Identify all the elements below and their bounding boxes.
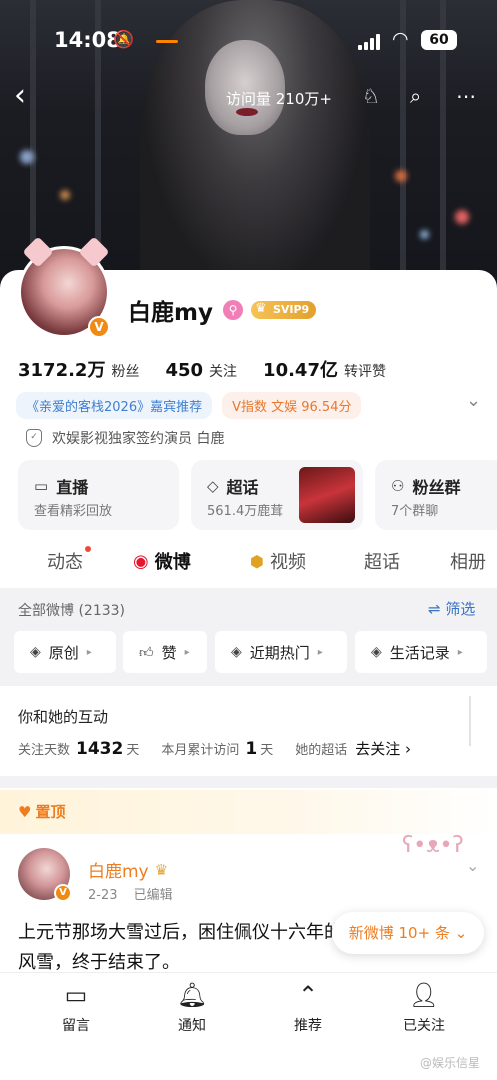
search-icon[interactable]: ⌕ <box>410 84 421 108</box>
tab-chaohua[interactable]: 超话 <box>364 548 400 574</box>
show-tag[interactable]: 《亲爱的客栈2026》嘉宾推荐 <box>16 392 213 419</box>
wifi-icon: ◠ <box>392 28 409 50</box>
engagement-label: 转评赞 <box>343 364 386 380</box>
tile-chaohua-title: 超话 <box>226 478 259 497</box>
group-icon: ⚇ <box>391 477 405 495</box>
divider <box>469 696 471 746</box>
monthly-visits-value: 1 <box>245 739 258 759</box>
diamond-icon: ◇ <box>207 477 219 495</box>
filter-button[interactable]: ⇌ 筛选 <box>428 598 475 619</box>
filter-icon: ⇌ <box>428 600 446 618</box>
tab-weibo[interactable]: ◉ 微博 <box>133 548 191 574</box>
engagement-count: 10.47亿 <box>263 360 338 381</box>
bear-decoration-icon: ʕ•ᴥ•ʔ <box>402 833 464 858</box>
double-chevron-down-icon: ⌄ <box>454 924 468 942</box>
tv-icon: ▭ <box>34 477 49 495</box>
pin-icon: ♥ <box>18 802 32 821</box>
all-weibo-count: 全部微博 (2133) <box>18 603 126 619</box>
tile-chaohua[interactable]: ◇ 超话 561.4万鹿茸 <box>191 460 363 530</box>
followers-label[interactable]: 粉丝 <box>111 361 139 381</box>
layers-icon: ◈ <box>30 644 41 660</box>
status-bar: 14:08 🔕 ◠ 60 <box>0 26 497 56</box>
post-text[interactable]: 上元节那场大雪过后，困住佩仪十六年的风雪，终于结束了。 <box>18 918 348 978</box>
tile-live[interactable]: ▭ 直播 查看精彩回放 <box>18 460 179 530</box>
bottom-notify[interactable]: 🔔︎ 通知 <box>152 979 232 1035</box>
post-edited: 已编辑 <box>133 888 173 903</box>
following-count[interactable]: 450 <box>165 360 203 381</box>
battery-indicator: 60 <box>421 30 457 50</box>
interaction-stats: 关注天数 1432 天 本月累计访问 1 天 她的超话 去关注 › <box>18 738 412 759</box>
drama-poster-thumbnail[interactable] <box>299 467 355 523</box>
profile-signature: ✓ 欢娱影视独家签约演员 白鹿 <box>26 428 224 448</box>
watermark: @娱乐信星 <box>420 1056 481 1070</box>
follow-days-value: 1432 <box>76 739 124 759</box>
visit-count: 访问量 210万+ <box>226 90 332 108</box>
deer-icon[interactable]: ♘ <box>362 84 380 108</box>
pinned-band <box>0 790 497 834</box>
profile-name: 白鹿my <box>128 300 213 326</box>
crown-icon: ♛ <box>154 860 169 879</box>
comment-icon: ▭ <box>64 981 88 1009</box>
chip-recent-hot[interactable]: ◈ 近期热门 ▸ <box>215 631 347 673</box>
status-time: 14:08 <box>54 28 121 52</box>
tile-fan-group-title: 粉丝群 <box>412 478 461 497</box>
interaction-panel: 你和她的互动 关注天数 1432 天 本月累计访问 1 天 她的超话 去关注 › <box>0 686 497 776</box>
chip-original[interactable]: ◈ 原创 ▸ <box>14 631 116 673</box>
top-nav: ‹ 访问量 210万+ ♘ ⌕ ⋯ <box>0 80 497 114</box>
profile-avatar[interactable]: V <box>14 236 114 338</box>
feature-tiles: ▭ 直播 查看精彩回放 ◇ 超话 561.4万鹿茸 ⚇ 粉丝群 7个群聊 <box>18 460 497 530</box>
bottom-recommend[interactable]: ⌃ 推荐 <box>268 979 348 1035</box>
profile-tabs: 动态 ◉ 微博 ⬢ 视频 超话 相册 <box>0 540 497 586</box>
pink-badge-icon[interactable]: ⚲ <box>222 300 243 320</box>
layers-icon: ◈ <box>231 644 242 660</box>
tab-video[interactable]: ⬢ 视频 <box>250 548 306 574</box>
tile-live-title: 直播 <box>56 478 89 497</box>
thumbs-up-icon: 👍︎ <box>139 644 154 661</box>
tile-chaohua-sub: 561.4万鹿茸 <box>207 504 284 519</box>
tab-dynamics[interactable]: 动态 <box>47 546 91 574</box>
mute-bell-icon: 🔕 <box>113 30 135 50</box>
new-posts-button[interactable]: 新微博 10+ 条 ⌄ <box>332 912 484 954</box>
more-icon[interactable]: ⋯ <box>456 84 476 108</box>
signal-icon <box>358 34 382 50</box>
post-date: 2-23 <box>88 888 118 903</box>
post-verified-icon: V <box>54 884 72 902</box>
shield-icon: ✓ <box>26 429 42 447</box>
post-meta: 2-23 已编辑 <box>88 884 185 903</box>
tile-fan-group-sub: 7个群聊 <box>391 504 439 519</box>
v-index-tag[interactable]: V指数 文娱 96.54分 <box>222 392 362 419</box>
interaction-heading: 你和她的互动 <box>18 708 109 726</box>
weibo-logo-icon: ◉ <box>133 550 149 572</box>
unread-dot <box>85 546 91 552</box>
tile-live-sub: 查看精彩回放 <box>34 504 113 519</box>
following-label[interactable]: 关注 <box>209 361 237 381</box>
layers-icon: ◈ <box>371 644 382 660</box>
svip-badge[interactable]: SVIP9 <box>250 300 317 319</box>
chevron-down-icon[interactable]: ⌄ <box>466 390 481 411</box>
post-menu-chevron-icon[interactable]: ⌄ <box>466 856 479 875</box>
chip-life-record[interactable]: ◈ 生活记录 ▸ <box>355 631 487 673</box>
user-check-icon: 👤︎ <box>408 981 440 1009</box>
video-icon: ⬢ <box>250 551 264 571</box>
profile-stats: 3172.2万 粉丝 450 关注 10.47亿 转评赞 <box>18 356 412 382</box>
chip-liked[interactable]: 👍︎ 赞 ▸ <box>123 631 207 673</box>
follow-chaohua-link[interactable]: 去关注 › <box>355 738 411 759</box>
active-tab-indicator <box>156 40 178 43</box>
verified-badge-icon: V <box>88 316 110 338</box>
back-arrow-icon[interactable]: ‹ <box>14 80 26 112</box>
bell-plus-icon: 🔔︎ <box>176 981 208 1009</box>
bottom-comment[interactable]: ▭ 留言 <box>36 979 116 1035</box>
signature-text: 欢娱影视独家签约演员 白鹿 <box>52 431 225 447</box>
post-author[interactable]: 白鹿my ♛ <box>88 857 169 883</box>
tab-album[interactable]: 相册 <box>450 548 486 574</box>
profile-tags: 《亲爱的客栈2026》嘉宾推荐 V指数 文娱 96.54分 <box>16 392 362 419</box>
up-circle-icon: ⌃ <box>297 981 319 1009</box>
bottom-followed[interactable]: 👤︎ 已关注 <box>384 979 464 1035</box>
followers-count[interactable]: 3172.2万 <box>18 356 105 382</box>
pinned-label: ♥ 置顶 <box>18 802 66 822</box>
profile-name-row: 白鹿my ⚲ SVIP9 <box>128 293 317 327</box>
tile-fan-group[interactable]: ⚇ 粉丝群 7个群聊 <box>375 460 497 530</box>
